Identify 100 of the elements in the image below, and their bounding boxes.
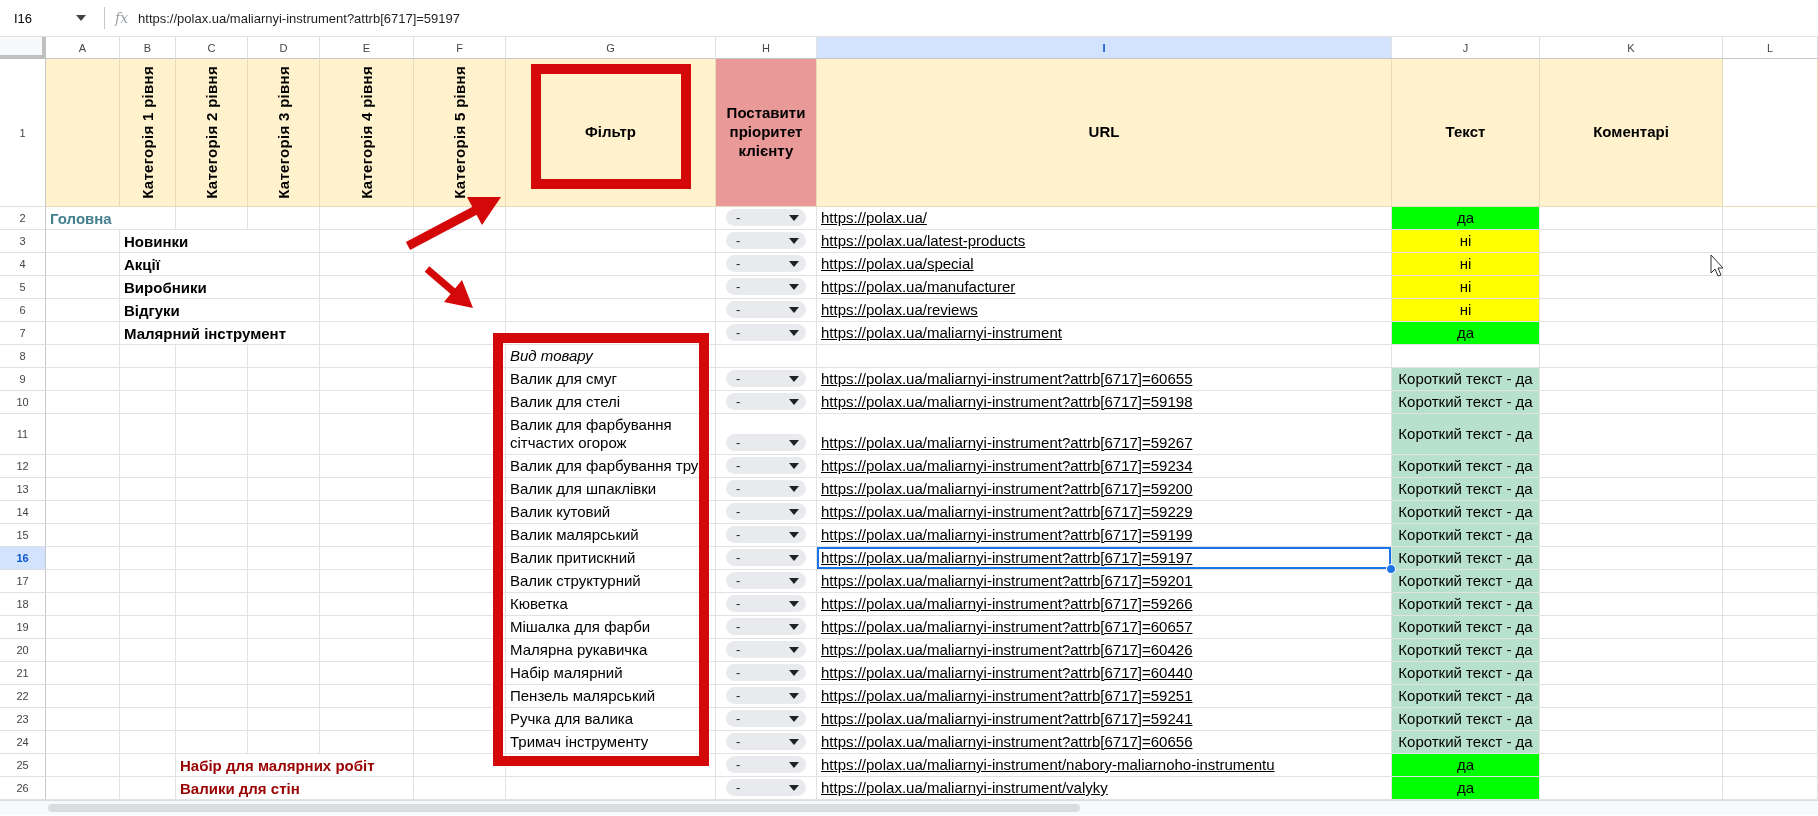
- priority-dropdown[interactable]: -: [726, 457, 806, 474]
- table-cell[interactable]: https://polax.ua/maliarnyi-instrument: [817, 322, 1392, 345]
- url-link[interactable]: https://polax.ua/maliarnyi-instrument?attrb[6717]=59251: [821, 687, 1193, 705]
- table-cell[interactable]: https://polax.ua/maliarnyi-instrument?attrb[6717]=59198: [817, 391, 1392, 414]
- table-cell[interactable]: https://polax.ua/maliarnyi-instrument?attrb[6717]=60657: [817, 616, 1392, 639]
- row-number[interactable]: 19: [0, 616, 46, 639]
- table-cell[interactable]: https://polax.ua/maliarnyi-instrument?attrb[6717]=59229: [817, 501, 1392, 524]
- priority-dropdown[interactable]: -: [726, 618, 806, 635]
- select-all-corner[interactable]: [0, 37, 46, 59]
- row-number[interactable]: 23: [0, 708, 46, 731]
- row-number[interactable]: 21: [0, 662, 46, 685]
- priority-dropdown[interactable]: -: [726, 232, 806, 249]
- row-number[interactable]: 18: [0, 593, 46, 616]
- row-number[interactable]: 6: [0, 299, 46, 322]
- priority-dropdown[interactable]: -: [726, 733, 806, 750]
- row-number[interactable]: 17: [0, 570, 46, 593]
- url-link[interactable]: https://polax.ua/maliarnyi-instrument?attrb[6717]=59241: [821, 710, 1193, 728]
- row-number[interactable]: 24: [0, 731, 46, 754]
- table-cell[interactable]: https://polax.ua/maliarnyi-instrument?attrb[6717]=60440: [817, 662, 1392, 685]
- table-cell[interactable]: https://polax.ua/maliarnyi-instrument?attrb[6717]=59266: [817, 593, 1392, 616]
- url-link[interactable]: https://polax.ua/maliarnyi-instrument?attrb[6717]=59266: [821, 595, 1193, 613]
- url-link[interactable]: https://polax.ua/reviews: [821, 301, 978, 319]
- table-cell[interactable]: https://polax.ua/maliarnyi-instrument?attrb[6717]=60655: [817, 368, 1392, 391]
- url-link[interactable]: https://polax.ua/maliarnyi-instrument/nabory-maliarnoho-instrumentu: [821, 756, 1275, 774]
- url-link[interactable]: https://polax.ua/maliarnyi-instrument?attrb[6717]=59201: [821, 572, 1193, 590]
- row-number[interactable]: 10: [0, 391, 46, 414]
- row-number[interactable]: 12: [0, 455, 46, 478]
- priority-dropdown[interactable]: -: [726, 572, 806, 589]
- priority-dropdown[interactable]: -: [726, 370, 806, 387]
- row-number[interactable]: 5: [0, 276, 46, 299]
- priority-dropdown[interactable]: -: [726, 664, 806, 681]
- column-header[interactable]: D: [248, 37, 320, 59]
- row-number[interactable]: 22: [0, 685, 46, 708]
- priority-dropdown[interactable]: -: [726, 393, 806, 410]
- table-cell[interactable]: https://polax.ua/maliarnyi-instrument?attrb[6717]=59199: [817, 524, 1392, 547]
- row-number[interactable]: 11: [0, 414, 46, 455]
- row-number[interactable]: 7: [0, 322, 46, 345]
- url-link[interactable]: https://polax.ua/maliarnyi-instrument?attrb[6717]=59197: [821, 549, 1193, 567]
- name-box[interactable]: I16: [0, 10, 96, 26]
- table-cell[interactable]: https://polax.ua/maliarnyi-instrument?attrb[6717]=59234: [817, 455, 1392, 478]
- url-link[interactable]: https://polax.ua/maliarnyi-instrument?attrb[6717]=59267: [821, 434, 1193, 452]
- table-cell[interactable]: https://polax.ua/maliarnyi-instrument?attrb[6717]=59251: [817, 685, 1392, 708]
- scrollbar-thumb[interactable]: [48, 804, 1080, 812]
- priority-dropdown[interactable]: -: [726, 595, 806, 612]
- url-link[interactable]: https://polax.ua/latest-products: [821, 232, 1026, 250]
- url-link[interactable]: https://polax.ua/special: [821, 255, 974, 273]
- column-header[interactable]: I: [817, 37, 1392, 59]
- row-number[interactable]: 1: [0, 59, 46, 207]
- table-cell[interactable]: https://polax.ua/maliarnyi-instrument/nabory-maliarnoho-instrumentu: [817, 754, 1392, 777]
- column-header[interactable]: A: [46, 37, 120, 59]
- priority-dropdown[interactable]: -: [726, 209, 806, 226]
- priority-dropdown[interactable]: -: [726, 434, 806, 451]
- column-header[interactable]: E: [320, 37, 414, 59]
- url-link[interactable]: https://polax.ua/maliarnyi-instrument?attrb[6717]=60440: [821, 664, 1193, 682]
- url-link[interactable]: https://polax.ua/maliarnyi-instrument: [821, 324, 1062, 342]
- url-link[interactable]: https://polax.ua/maliarnyi-instrument?attrb[6717]=60426: [821, 641, 1193, 659]
- formula-field[interactable]: https://polax.ua/maliarnyi-instrument?attrb[6717]=59197: [138, 10, 461, 26]
- priority-dropdown[interactable]: -: [726, 255, 806, 272]
- row-number[interactable]: 3: [0, 230, 46, 253]
- url-link[interactable]: https://polax.ua/maliarnyi-instrument?attrb[6717]=59199: [821, 526, 1193, 544]
- url-link[interactable]: https://polax.ua/maliarnyi-instrument?attrb[6717]=60655: [821, 370, 1193, 388]
- table-cell[interactable]: https://polax.ua/maliarnyi-instrument?attrb[6717]=59267: [817, 414, 1392, 455]
- table-cell[interactable]: https://polax.ua/maliarnyi-instrument?attrb[6717]=59200: [817, 478, 1392, 501]
- url-link[interactable]: https://polax.ua/maliarnyi-instrument?attrb[6717]=59198: [821, 393, 1193, 411]
- column-header[interactable]: F: [414, 37, 506, 59]
- column-header[interactable]: G: [506, 37, 716, 59]
- row-number[interactable]: 4: [0, 253, 46, 276]
- table-cell[interactable]: https://polax.ua/reviews: [817, 299, 1392, 322]
- table-cell[interactable]: [817, 345, 1392, 368]
- table-cell[interactable]: https://polax.ua/maliarnyi-instrument?attrb[6717]=60426: [817, 639, 1392, 662]
- priority-dropdown[interactable]: -: [726, 756, 806, 773]
- priority-dropdown[interactable]: -: [726, 641, 806, 658]
- row-number[interactable]: 25: [0, 754, 46, 777]
- table-cell[interactable]: https://polax.ua/maliarnyi-instrument?attrb[6717]=59197: [817, 547, 1392, 570]
- row-number[interactable]: 8: [0, 345, 46, 368]
- priority-dropdown[interactable]: -: [726, 687, 806, 704]
- column-header[interactable]: H: [716, 37, 817, 59]
- row-number[interactable]: 14: [0, 501, 46, 524]
- url-link[interactable]: https://polax.ua/maliarnyi-instrument?attrb[6717]=59200: [821, 480, 1193, 498]
- url-link[interactable]: https://polax.ua/maliarnyi-instrument?attrb[6717]=60656: [821, 733, 1193, 751]
- priority-dropdown[interactable]: -: [726, 278, 806, 295]
- row-number[interactable]: 15: [0, 524, 46, 547]
- row-number[interactable]: 13: [0, 478, 46, 501]
- priority-dropdown[interactable]: -: [726, 779, 806, 796]
- row-number[interactable]: 20: [0, 639, 46, 662]
- priority-dropdown[interactable]: -: [726, 549, 806, 566]
- column-header[interactable]: C: [176, 37, 248, 59]
- url-link[interactable]: https://polax.ua/manufacturer: [821, 278, 1016, 296]
- row-number[interactable]: 26: [0, 777, 46, 800]
- row-number[interactable]: 2: [0, 207, 46, 230]
- column-header[interactable]: L: [1723, 37, 1818, 59]
- priority-dropdown[interactable]: -: [726, 526, 806, 543]
- table-cell[interactable]: https://polax.ua/maliarnyi-instrument?attrb[6717]=59241: [817, 708, 1392, 731]
- column-header[interactable]: J: [1392, 37, 1540, 59]
- column-header[interactable]: B: [120, 37, 176, 59]
- url-link[interactable]: https://polax.ua/maliarnyi-instrument?attrb[6717]=60657: [821, 618, 1193, 636]
- table-cell[interactable]: https://polax.ua/maliarnyi-instrument?attrb[6717]=59201: [817, 570, 1392, 593]
- column-header[interactable]: K: [1540, 37, 1723, 59]
- url-link[interactable]: https://polax.ua/maliarnyi-instrument?attrb[6717]=59229: [821, 503, 1193, 521]
- row-number[interactable]: 9: [0, 368, 46, 391]
